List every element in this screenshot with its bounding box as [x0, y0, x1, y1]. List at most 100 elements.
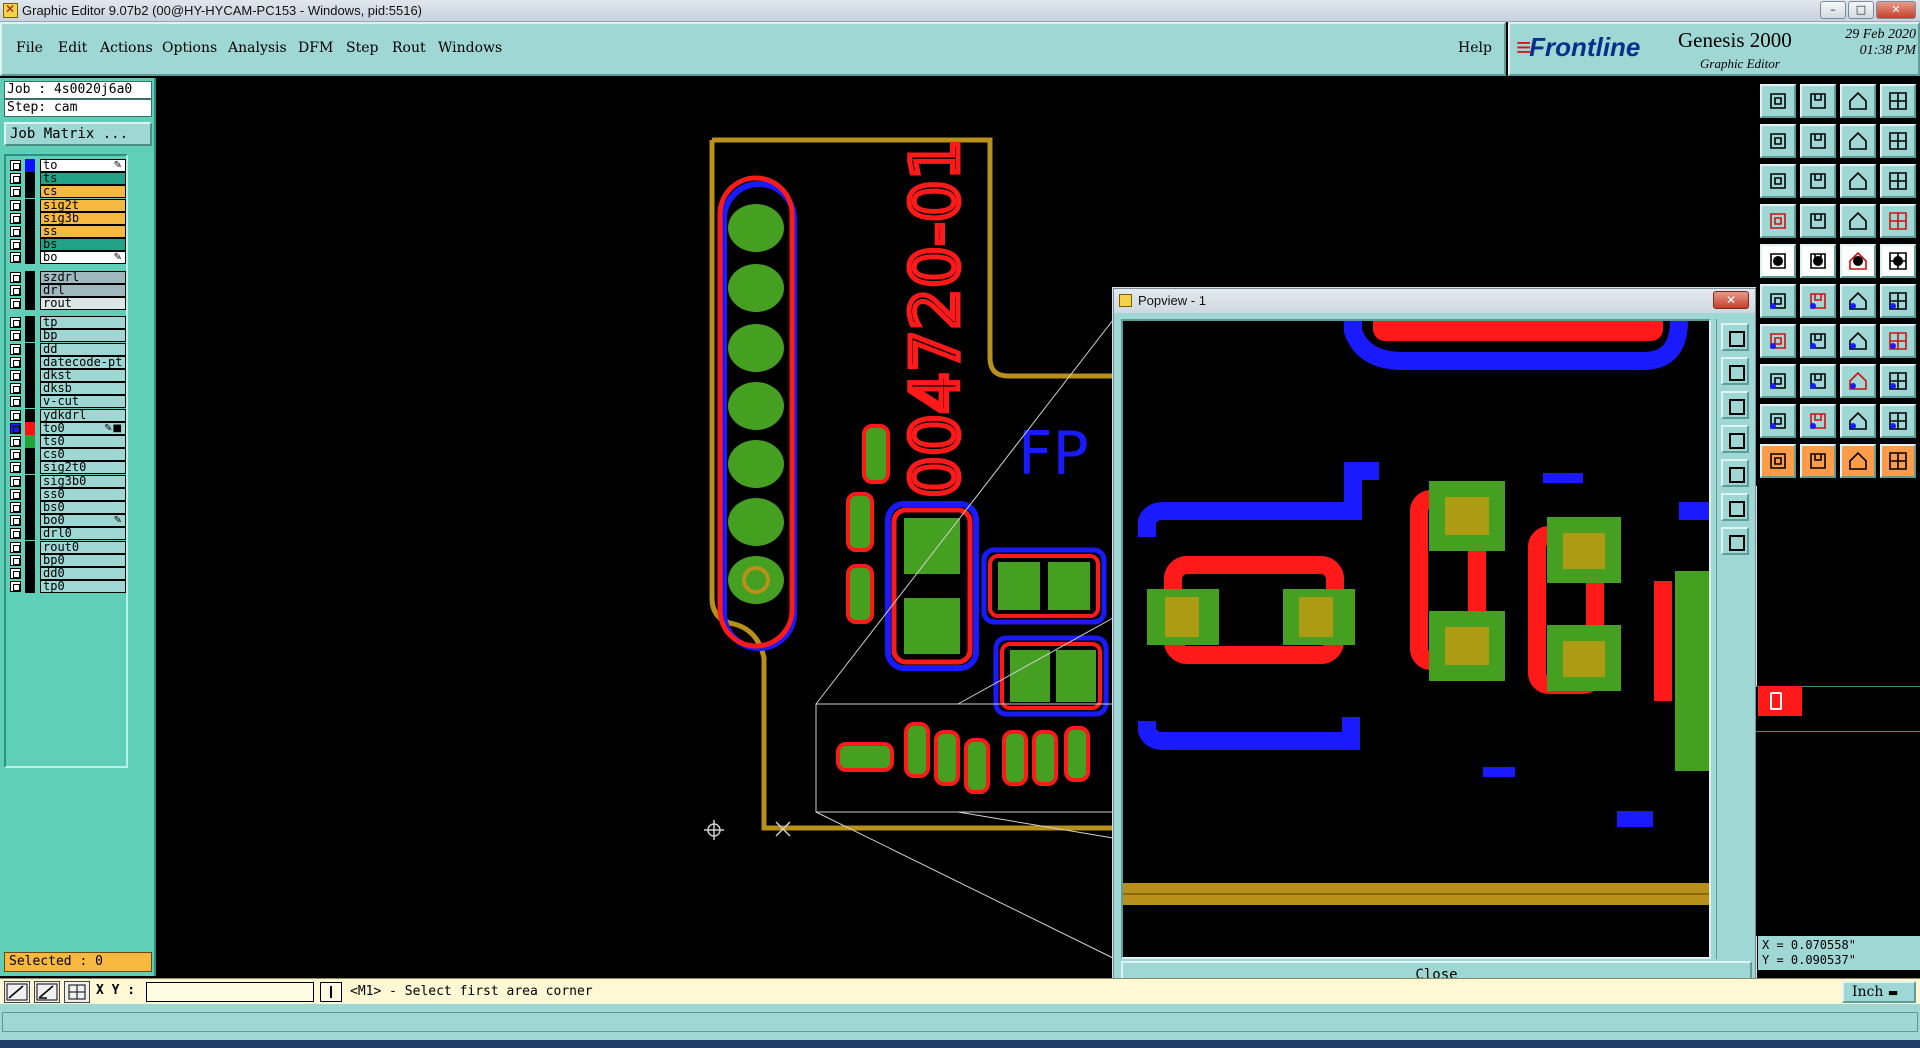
- zoom-prev-icon[interactable]: [1760, 124, 1796, 158]
- layer-name[interactable]: bs: [40, 238, 126, 252]
- layer-checkbox[interactable]: [10, 330, 21, 342]
- layer-checkbox[interactable]: [10, 422, 21, 434]
- layer-checkbox[interactable]: [10, 554, 21, 566]
- layer-color-swatch[interactable]: [25, 382, 35, 396]
- layer-color-swatch[interactable]: [25, 501, 35, 514]
- popview-canvas[interactable]: [1121, 319, 1711, 959]
- text-icon[interactable]: [1880, 324, 1916, 358]
- menu-options[interactable]: Options: [162, 40, 217, 56]
- layer-name[interactable]: ss: [40, 225, 126, 238]
- delete-icon[interactable]: [1800, 284, 1836, 318]
- menu-dfm[interactable]: DFM: [298, 40, 333, 56]
- zoom-next-icon[interactable]: [1800, 124, 1836, 158]
- layer-name[interactable]: drl0: [40, 527, 126, 541]
- layer-name[interactable]: dd0: [40, 567, 126, 580]
- layer-color-swatch[interactable]: [25, 474, 35, 488]
- popview-title-bar[interactable]: Popview - 1 ✕: [1114, 289, 1755, 313]
- scale-icon[interactable]: [1840, 164, 1876, 198]
- layer-checkbox[interactable]: [10, 356, 21, 368]
- open-step-icon[interactable]: [1760, 84, 1796, 118]
- layer-checkbox[interactable]: [10, 226, 21, 237]
- layer-color-swatch[interactable]: [25, 329, 35, 343]
- layer-name[interactable]: sig2t0: [40, 461, 126, 475]
- layer-checkbox[interactable]: [10, 528, 21, 540]
- layer-select-icon[interactable]: [1880, 204, 1916, 238]
- zoom-area-icon[interactable]: [1840, 124, 1876, 158]
- pv-tool-7[interactable]: [1721, 527, 1749, 555]
- pv-tool-1[interactable]: [1721, 323, 1749, 351]
- layer-color-swatch[interactable]: [25, 553, 35, 567]
- draw-line-icon[interactable]: [1760, 324, 1796, 358]
- maximize-button[interactable]: □: [1848, 1, 1874, 19]
- layer-color-swatch[interactable]: [25, 421, 35, 435]
- layer-color-swatch[interactable]: [25, 211, 35, 225]
- layer-color-swatch[interactable]: [25, 355, 35, 369]
- select-arrow3-icon[interactable]: [1840, 444, 1876, 478]
- layer-color-swatch[interactable]: [25, 198, 35, 212]
- layer-name[interactable]: sig3b0: [40, 474, 126, 488]
- layer-checkbox[interactable]: [10, 488, 21, 500]
- snap-icon[interactable]: [1760, 204, 1796, 238]
- layout-icon[interactable]: [1880, 84, 1916, 118]
- layer-color-swatch[interactable]: [25, 283, 35, 297]
- connect-icon[interactable]: [1840, 284, 1876, 318]
- layer-checkbox[interactable]: [10, 475, 21, 487]
- split-icon[interactable]: [1880, 284, 1916, 318]
- layer-color-swatch[interactable]: [25, 514, 35, 528]
- layer-color-swatch[interactable]: [25, 369, 35, 382]
- layer-color-swatch[interactable]: [25, 172, 35, 186]
- draw-slash-icon[interactable]: [1800, 324, 1836, 358]
- select-multi-icon[interactable]: [1880, 444, 1916, 478]
- layer-name[interactable]: drl: [40, 283, 126, 297]
- menu-file[interactable]: File: [16, 40, 43, 56]
- layer-name[interactable]: sig3b: [40, 211, 126, 225]
- pv-tool-3[interactable]: [1721, 391, 1749, 419]
- layer-name[interactable]: ts: [40, 172, 126, 186]
- layer-name[interactable]: ss0: [40, 487, 126, 501]
- layer-color-swatch[interactable]: [25, 487, 35, 501]
- layer-color-swatch[interactable]: [25, 270, 35, 284]
- layer-name[interactable]: datecode-pt: [40, 355, 126, 369]
- layer-name[interactable]: rout0: [40, 540, 126, 554]
- popview-close-x-button[interactable]: ✕: [1713, 291, 1749, 309]
- layer-checkbox[interactable]: [10, 515, 21, 527]
- layer-checkbox[interactable]: [10, 298, 21, 309]
- layer-name[interactable]: v-cut: [40, 395, 126, 409]
- move-icon[interactable]: [1840, 364, 1876, 398]
- arc-icon[interactable]: [1840, 324, 1876, 358]
- layer-name[interactable]: bo ✎: [40, 251, 126, 265]
- copy-icon[interactable]: [1880, 364, 1916, 398]
- unit-selector[interactable]: Inch ▬: [1842, 981, 1916, 1003]
- layer-checkbox[interactable]: [10, 409, 21, 421]
- triangle-icon[interactable]: [1760, 404, 1796, 438]
- layer-name[interactable]: cs: [40, 185, 126, 199]
- layer-checkbox[interactable]: [10, 581, 21, 593]
- layer-color-swatch[interactable]: [25, 225, 35, 238]
- layer-color-swatch[interactable]: [25, 408, 35, 422]
- layer-name[interactable]: to ✎: [40, 159, 126, 172]
- layer-checkbox[interactable]: [10, 449, 21, 461]
- snap-mode-icon[interactable]: [4, 981, 30, 1003]
- resize-icon[interactable]: [1880, 124, 1916, 158]
- layer-checkbox[interactable]: [10, 252, 21, 264]
- grid-icon[interactable]: [1800, 204, 1836, 238]
- layer-checkbox[interactable]: [10, 212, 21, 224]
- pv-tool-6[interactable]: [1721, 493, 1749, 521]
- layer-color-swatch[interactable]: [25, 316, 35, 330]
- layer-red-icon[interactable]: [1840, 204, 1876, 238]
- layer-color-swatch[interactable]: [25, 238, 35, 252]
- layer-checkbox[interactable]: [10, 271, 21, 283]
- layer-checkbox[interactable]: [10, 173, 21, 185]
- select-arrow-icon[interactable]: [1760, 444, 1796, 478]
- rotate-icon[interactable]: [1880, 404, 1916, 438]
- layer-name[interactable]: tp0: [40, 580, 126, 594]
- layer-checkbox[interactable]: [10, 502, 21, 513]
- measure-mode-icon[interactable]: [34, 981, 60, 1003]
- pan-icon[interactable]: [1800, 164, 1836, 198]
- layer-checkbox[interactable]: [10, 160, 21, 171]
- layer-checkbox[interactable]: [10, 199, 21, 211]
- layer-checkbox[interactable]: [10, 343, 21, 355]
- layer-checkbox[interactable]: [10, 370, 21, 381]
- layer-color-swatch[interactable]: [25, 567, 35, 580]
- help-icon[interactable]: [1880, 164, 1916, 198]
